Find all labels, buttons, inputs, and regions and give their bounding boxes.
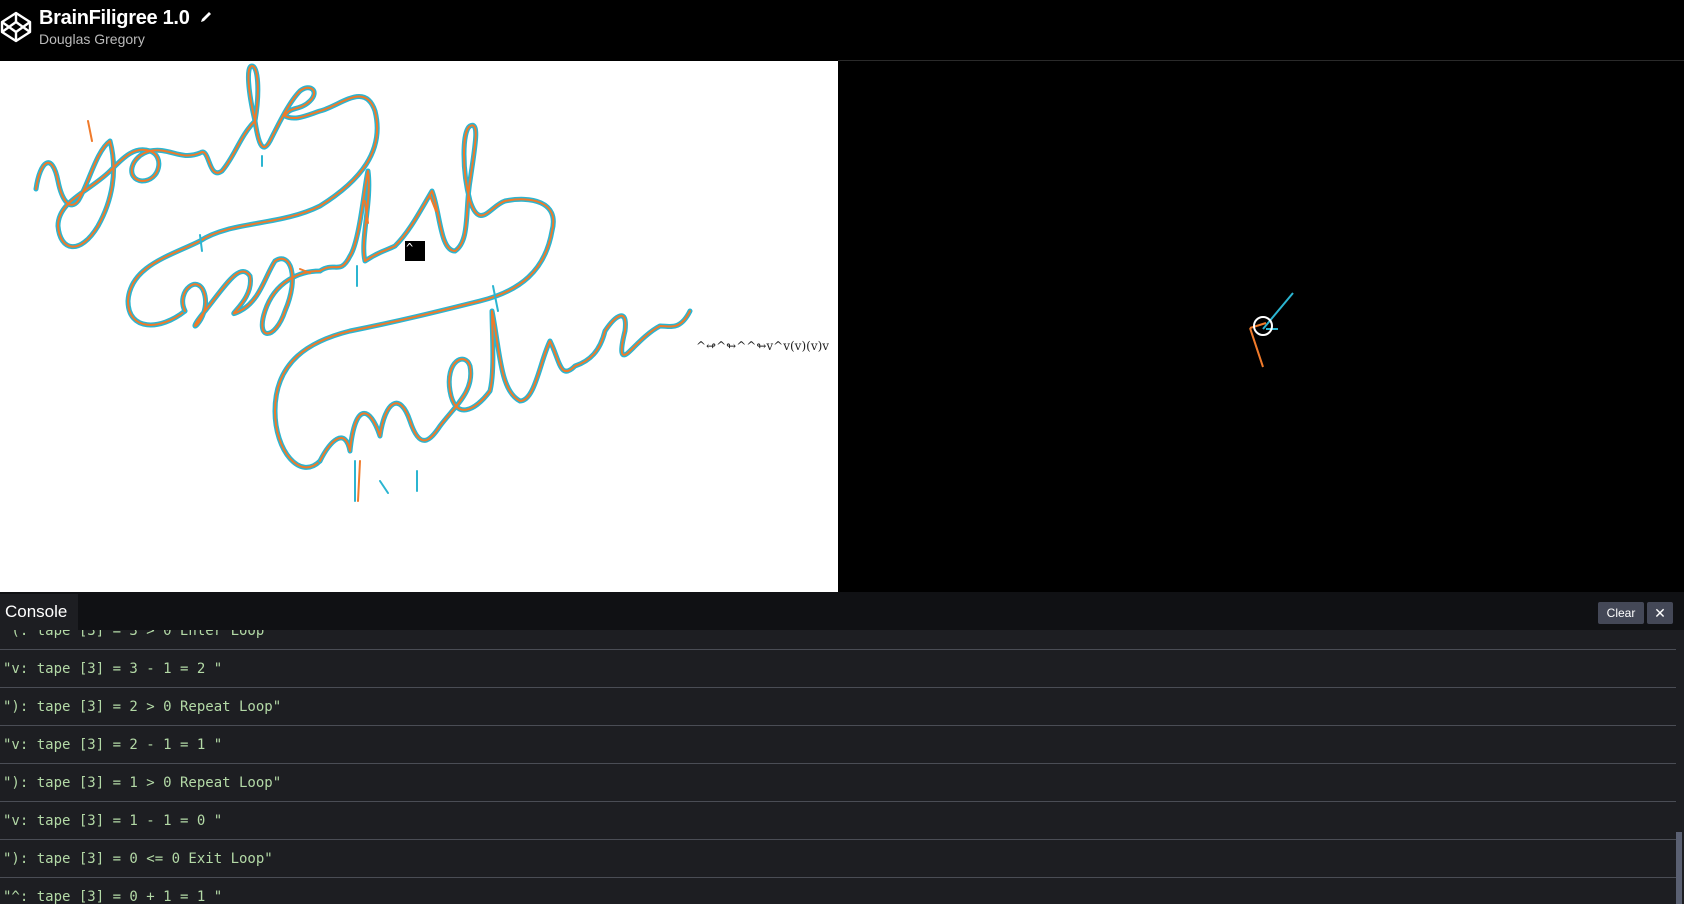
- pencil-icon[interactable]: [199, 10, 213, 24]
- log-line: "^: tape [3] = 0 + 1 = 1 ": [0, 879, 1676, 904]
- log-line: "): tape [3] = 1 > 0 Repeat Loop": [0, 765, 1676, 802]
- log-text: "^: tape [3] = 0 + 1 = 1 ": [3, 889, 223, 904]
- pen-title[interactable]: BrainFiligree 1.0: [39, 7, 213, 29]
- pen-preview-canvas[interactable]: [838, 61, 1684, 592]
- log-line: "v: tape [3] = 1 - 1 = 0 ": [0, 803, 1676, 840]
- log-line: "v: tape [3] = 3 - 1 = 2 ": [0, 651, 1676, 688]
- codepen-logo-icon[interactable]: [0, 11, 32, 43]
- log-text: "): tape [3] = 0 <= 0 Exit Loop": [3, 851, 273, 867]
- log-line: "(: tape [3] = 3 > 0 Enter Loop": [0, 630, 1676, 650]
- pen-arm-blue: [1262, 292, 1294, 330]
- log-line: "v: tape [3] = 2 - 1 = 1 ": [0, 727, 1676, 764]
- console-panel: Console Clear ✕ "(: tape [3] = 3 > 0 Ent…: [0, 592, 1684, 904]
- log-line: "): tape [3] = 0 <= 0 Exit Loop": [0, 841, 1676, 878]
- stroke-media: [317, 308, 693, 464]
- pen-preview-drawing: [1249, 292, 1294, 368]
- filigree-canvas[interactable]: ^ ^↫^↬^^↬v^v(v)(v)v: [0, 61, 838, 592]
- log-text: "): tape [3] = 1 > 0 Repeat Loop": [3, 775, 282, 791]
- console-log-list[interactable]: "(: tape [3] = 3 > 0 Enter Loop" "v: tap…: [0, 630, 1676, 904]
- instruction-tape: ^↫^↬^^↬v^v(v)(v)v: [696, 339, 830, 353]
- log-text: "v: tape [3] = 1 - 1 = 0 ": [3, 813, 223, 829]
- log-text: "): tape [3] = 2 > 0 Repeat Loop": [3, 699, 282, 715]
- log-text: "(: tape [3] = 3 > 0 Enter Loop": [3, 630, 273, 639]
- console-toolbar: Console Clear ✕: [0, 592, 1684, 630]
- tape-cursor: ^: [405, 241, 425, 261]
- log-line: "): tape [3] = 2 > 0 Repeat Loop": [0, 689, 1676, 726]
- close-console-button[interactable]: ✕: [1647, 602, 1673, 624]
- filigree-drawing: [33, 63, 693, 502]
- log-text: "v: tape [3] = 2 - 1 = 1 ": [3, 737, 223, 753]
- pen-title-text: BrainFiligree 1.0: [39, 7, 190, 29]
- console-tab[interactable]: Console: [0, 594, 78, 630]
- author-name[interactable]: Douglas Gregory: [39, 31, 145, 47]
- stroke-york: [33, 63, 380, 328]
- console-scrollbar-thumb[interactable]: [1676, 832, 1682, 904]
- clear-console-button[interactable]: Clear: [1598, 602, 1644, 624]
- app-header: BrainFiligree 1.0 Douglas Gregory: [0, 0, 1684, 60]
- log-text: "v: tape [3] = 3 - 1 = 2 ": [3, 661, 223, 677]
